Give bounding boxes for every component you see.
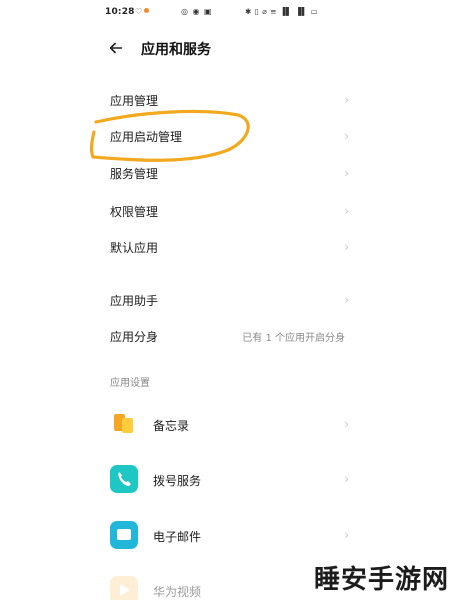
arrow-left-icon — [109, 42, 123, 54]
row-label: 服务管理 — [110, 167, 159, 181]
chevron-right-icon: › — [344, 93, 349, 107]
app-notification-icons: ◎ ◉ ▣ — [181, 7, 213, 16]
row-app-assistant[interactable]: 应用助手 › — [95, 285, 359, 315]
phone-screen: 10:28 ♡ ◎ ◉ ▣ ✱ ▯ ⌀ ≡ ▐▌ ▐▌ ▭ 应用和服务 应用管理… — [95, 0, 359, 600]
page-title: 应用和服务 — [141, 42, 211, 58]
row-app-twin[interactable]: 应用分身 已有 1 个应用开启分身 — [95, 321, 359, 351]
row-service-management[interactable]: 服务管理 › — [95, 158, 359, 188]
app-label: 华为视频 — [153, 585, 202, 599]
back-button[interactable] — [107, 36, 129, 60]
app-label: 备忘录 — [153, 419, 190, 433]
memo-icon — [110, 410, 138, 438]
row-app-launch-management[interactable]: 应用启动管理 › — [95, 121, 359, 151]
notification-icons: ♡ — [135, 7, 150, 16]
watermark: 睡安手游网 — [309, 559, 453, 596]
status-time: 10:28 — [105, 7, 135, 17]
row-label: 应用启动管理 — [110, 130, 183, 144]
app-row-memo[interactable]: 备忘录 › — [95, 405, 359, 445]
chevron-right-icon: › — [344, 166, 349, 180]
app-row-email[interactable]: 电子邮件 › — [95, 516, 359, 556]
status-bar: 10:28 ♡ ◎ ◉ ▣ ✱ ▯ ⌀ ≡ ▐▌ ▐▌ ▭ — [95, 4, 359, 22]
row-app-management[interactable]: 应用管理 › — [95, 85, 359, 115]
chevron-right-icon: › — [344, 293, 349, 307]
phone-icon — [110, 465, 138, 493]
row-permission-management[interactable]: 权限管理 › — [95, 196, 359, 226]
chevron-right-icon: › — [344, 417, 349, 431]
section-header-app-settings: 应用设置 — [110, 378, 150, 389]
row-label: 默认应用 — [110, 241, 159, 255]
row-value: 已有 1 个应用开启分身 — [242, 333, 345, 344]
header: 应用和服务 — [95, 36, 359, 62]
row-label: 应用分身 — [110, 330, 159, 344]
app-label: 电子邮件 — [153, 530, 202, 544]
row-label: 应用助手 — [110, 294, 159, 308]
chevron-right-icon: › — [344, 129, 349, 143]
chevron-right-icon: › — [344, 240, 349, 254]
row-label: 权限管理 — [110, 205, 159, 219]
chevron-right-icon: › — [344, 204, 349, 218]
row-label: 应用管理 — [110, 94, 159, 108]
app-row-dialer[interactable]: 拨号服务 › — [95, 460, 359, 500]
chevron-right-icon: › — [344, 472, 349, 486]
mail-icon — [110, 521, 138, 549]
app-label: 拨号服务 — [153, 474, 202, 488]
video-icon — [110, 576, 138, 600]
chevron-right-icon: › — [344, 528, 349, 542]
row-default-apps[interactable]: 默认应用 › — [95, 232, 359, 262]
system-status-icons: ✱ ▯ ⌀ ≡ ▐▌ ▐▌ ▭ — [245, 7, 319, 16]
